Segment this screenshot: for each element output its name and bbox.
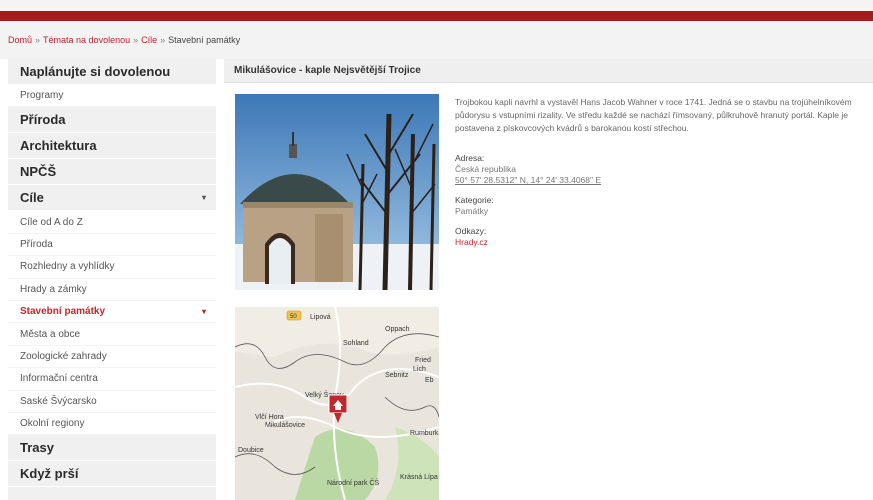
location-map[interactable]: 50 Lipová Oppach Sohland Fried Lich Sebn…	[235, 307, 439, 500]
sidebar-item-saske-svycarsko[interactable]: Saské Švýcarsko	[8, 390, 216, 413]
sidebar-item-naplanujte-si-dovolenou[interactable]: Naplánujte si dovolenou	[8, 59, 216, 85]
sidebar-item-label: Když prší	[20, 466, 79, 482]
sidebar-item-label: Saské Švýcarsko	[20, 395, 97, 407]
category-value: Památky	[455, 206, 489, 216]
breadcrumb-separator: »	[160, 35, 166, 45]
header-red-stripe	[0, 11, 873, 21]
sidebar-item-label: Příroda	[20, 238, 53, 250]
sidebar-item-label: Trasy	[20, 440, 54, 456]
sidebar-item-label: Hrady a zámky	[20, 283, 87, 295]
sidebar-item-zoologicke-zahrady[interactable]: Zoologické zahrady	[8, 345, 216, 369]
sidebar-item-label: Architektura	[20, 138, 97, 154]
sidebar-item-cile-od-a-do-z[interactable]: Cíle od A do Z	[8, 211, 216, 234]
page-title: Mikulášovice - kaple Nejsvětější Trojice	[224, 59, 873, 83]
breadcrumb-current: Stavební památky	[168, 35, 241, 45]
sidebar-item-label: Zoologické zahrady	[20, 350, 107, 362]
sidebar-item-architektura[interactable]: Architektura	[8, 133, 216, 160]
sidebar-item-cile[interactable]: Cíle ▾	[8, 185, 216, 212]
links-label: Odkazy:	[455, 226, 487, 236]
address-gps-wrap: 50° 57' 28.5312" N, 14° 24' 33.4068" E	[455, 175, 867, 186]
map-label: Sebnitz	[385, 372, 409, 379]
breadcrumb-home[interactable]: Domů	[8, 35, 32, 45]
sidebar-item-label: Naplánujte si dovolenou	[20, 64, 171, 79]
map-label: Doubice	[238, 447, 264, 454]
sidebar-item-priroda[interactable]: Příroda	[8, 233, 216, 257]
chevron-down-icon: ▾	[201, 307, 206, 317]
breadcrumb-destinations[interactable]: Cíle	[141, 35, 157, 45]
address-label: Adresa:	[455, 153, 485, 163]
address-country: Česká republika	[455, 164, 516, 174]
sidebar-item-programy[interactable]: Programy	[8, 85, 216, 108]
breadcrumb-themes[interactable]: Témata na dovolenou	[43, 35, 130, 45]
map-label: Krásná Lípa	[400, 474, 438, 481]
sidebar-item-label: Cíle	[20, 190, 44, 206]
sidebar-item-label: Informační centra	[20, 373, 98, 385]
sidebar-item-label: Okolní regiony	[20, 418, 85, 430]
address-gps[interactable]: 50° 57' 28.5312" N, 14° 24' 33.4068" E	[455, 175, 601, 185]
map-label: Vlčí Hora	[255, 414, 284, 421]
sidebar-item-npcs[interactable]: NPČŠ	[8, 159, 216, 186]
sidebar-item-label: Rozhledny a vyhlídky	[20, 261, 115, 273]
top-bar	[0, 0, 873, 11]
chapel-photo	[235, 94, 439, 290]
map-label: Fried	[415, 357, 431, 364]
sidebar-item-label: NPČŠ	[20, 164, 57, 180]
sidebar-item-informacni-centra[interactable]: Informační centra	[8, 368, 216, 391]
map-label: Lich	[413, 366, 426, 373]
sidebar-nav: Naplánujte si dovolenou Programy Příroda Ar…	[8, 59, 216, 500]
sidebar-item-label: Příroda	[20, 112, 66, 128]
sidebar-item-label: Programy	[20, 90, 64, 102]
map-label: Sohland	[343, 340, 369, 347]
map-label: Oppach	[385, 326, 410, 333]
sidebar-item-trasy[interactable]: Trasy	[8, 435, 216, 462]
chevron-down-icon: ▾	[201, 193, 206, 203]
map-road-label: 50	[290, 314, 297, 320]
sidebar-item-mesta-a-obce[interactable]: Města a obce	[8, 323, 216, 346]
map-label: Mikulášovice	[265, 422, 305, 429]
link-hrady[interactable]: Hrady.cz	[455, 237, 867, 248]
sidebar-item-hrady-a-zamky[interactable]: Hrady a zámky	[8, 278, 216, 301]
sidebar-item-label: Cíle od A do Z	[20, 216, 83, 228]
breadcrumb: Domů» Témata na dovolenou» Cíle» Stavební p…	[0, 21, 873, 59]
sidebar-item-label: Stavební památky	[20, 306, 106, 318]
category-label: Kategorie:	[455, 195, 494, 205]
map-label: Eb	[425, 377, 434, 384]
sidebar-item-rozhledny-a-vyhlidky[interactable]: Rozhledny a vyhlídky	[8, 256, 216, 279]
map-label: Lipová	[310, 314, 331, 321]
detail-info: Trojbokou kapli navrhl a vystavěl Hans J…	[455, 96, 867, 248]
breadcrumb-separator: »	[35, 35, 41, 45]
sidebar-item-okolni-regiony[interactable]: Okolní regiony	[8, 412, 216, 436]
sidebar-item-kdyz-prsi[interactable]: Když prší	[8, 461, 216, 488]
map-label: Národní park ČŠ	[327, 478, 379, 487]
sidebar-item-priroda[interactable]: Příroda	[8, 107, 216, 134]
breadcrumb-separator: »	[133, 35, 139, 45]
sidebar-item-stavebni-pamatky[interactable]: Stavební památky ▾	[8, 300, 216, 324]
map-label: Rumburk	[410, 430, 439, 437]
description-text: Trojbokou kapli navrhl a vystavěl Hans J…	[455, 97, 852, 133]
sidebar-item-label: Města a obce	[20, 328, 81, 340]
